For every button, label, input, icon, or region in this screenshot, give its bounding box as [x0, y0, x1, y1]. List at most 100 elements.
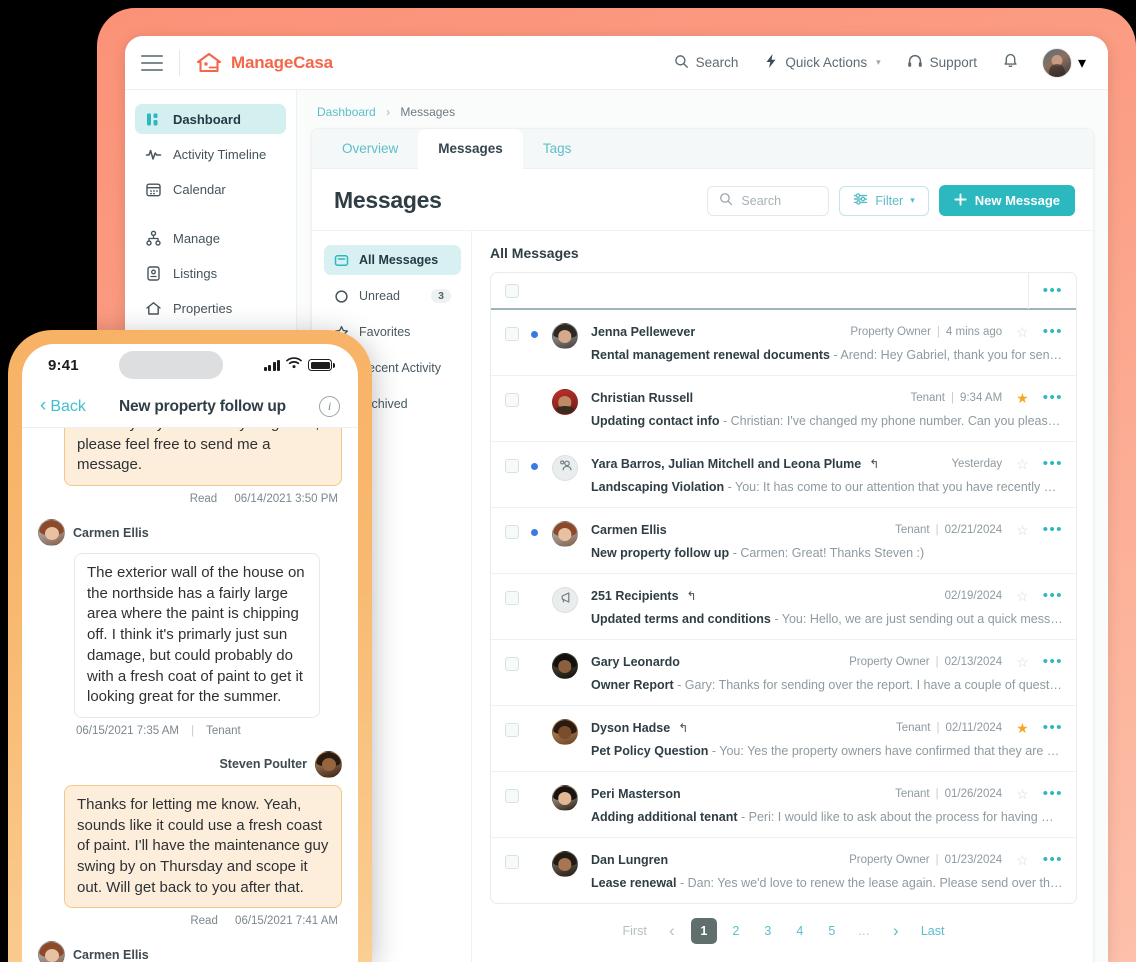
- avatar: [552, 653, 578, 679]
- chevron-down-icon: ▾: [910, 195, 915, 205]
- pagination-first[interactable]: First: [617, 918, 653, 944]
- row-checkbox[interactable]: [505, 327, 519, 341]
- table-row[interactable]: Yara Barros, Julian Mitchell and Leona P…: [491, 442, 1076, 508]
- row-actions-menu-icon[interactable]: •••: [1043, 521, 1063, 538]
- topbar-quick-actions-button[interactable]: Quick Actions ▾: [764, 53, 881, 72]
- row-actions-menu-icon[interactable]: •••: [1043, 851, 1063, 868]
- sidebar-item-properties[interactable]: Properties: [135, 293, 286, 323]
- tab-tags[interactable]: Tags: [523, 129, 592, 169]
- filter-button[interactable]: Filter ▾: [839, 185, 929, 216]
- sidebar-item-listings[interactable]: Listings: [135, 258, 286, 288]
- row-actions-menu-icon[interactable]: •••: [1043, 653, 1063, 670]
- sidebar-item-manage[interactable]: Manage: [135, 223, 286, 253]
- row-checkbox[interactable]: [505, 459, 519, 473]
- list-actions-menu-icon[interactable]: •••: [1043, 283, 1063, 298]
- pagination: First ‹ 1 2 3 4 5 … › Last: [490, 904, 1077, 962]
- row-actions-menu-icon[interactable]: •••: [1043, 587, 1063, 604]
- row-checkbox[interactable]: [505, 393, 519, 407]
- battery-icon: [308, 359, 335, 371]
- search-input[interactable]: Search: [707, 185, 830, 216]
- tab-messages[interactable]: Messages: [418, 129, 523, 169]
- folder-all-messages[interactable]: All Messages: [324, 245, 461, 275]
- row-meta: Tenant | 02/11/2024: [895, 722, 1003, 734]
- pagination-last[interactable]: Last: [915, 918, 951, 944]
- select-all-checkbox[interactable]: [505, 283, 519, 298]
- topbar-support-button[interactable]: Support: [907, 53, 977, 72]
- row-checkbox[interactable]: [505, 525, 519, 539]
- timestamp-value: 06/15/2021 7:41 AM: [235, 915, 338, 928]
- topbar-notifications-button[interactable]: [1003, 53, 1018, 72]
- sidebar-item-calendar[interactable]: Calendar: [135, 174, 286, 204]
- cellular-bars-icon: [263, 359, 280, 371]
- tab-overview[interactable]: Overview: [322, 129, 418, 169]
- favorite-star-icon[interactable]: ☆: [1016, 589, 1029, 603]
- favorite-star-icon[interactable]: ☆: [1016, 853, 1029, 867]
- brand-name: ManageCasa: [231, 52, 333, 72]
- message-bubble: Thanks for letting me know. Yeah, sounds…: [64, 784, 342, 909]
- favorite-star-icon[interactable]: ★: [1016, 721, 1029, 735]
- favorite-star-icon[interactable]: ☆: [1016, 787, 1029, 801]
- row-actions-menu-icon[interactable]: •••: [1043, 455, 1063, 472]
- row-actions-menu-icon[interactable]: •••: [1043, 785, 1063, 802]
- favorite-star-icon[interactable]: ☆: [1016, 655, 1029, 669]
- favorite-star-icon[interactable]: ☆: [1016, 457, 1029, 471]
- pagination-page-3[interactable]: 3: [755, 918, 781, 944]
- hamburger-menu-icon[interactable]: [141, 54, 163, 71]
- status-time: 9:41: [48, 356, 79, 374]
- brand-logo-link[interactable]: ManageCasa: [196, 51, 333, 75]
- table-row[interactable]: 251 Recipients ↰ 02/19/2024 ☆ ••• Update…: [491, 574, 1076, 640]
- message-thread[interactable]: smoothly. If you need anything at all, p…: [22, 428, 358, 962]
- folder-label: Recent Activity: [359, 361, 441, 375]
- thread-message-outgoing-1: smoothly. If you need anything at all, p…: [38, 428, 342, 519]
- sidebar-item-activity-timeline[interactable]: Activity Timeline: [135, 139, 286, 169]
- thread-message-incoming-2: Carmen Ellis Great! Thanks Steven :): [38, 941, 342, 962]
- row-actions-menu-icon[interactable]: •••: [1043, 389, 1063, 406]
- folder-unread[interactable]: Unread 3: [324, 281, 461, 311]
- row-sender: Dan Lungren: [591, 853, 669, 867]
- table-row[interactable]: Peri Masterson Tenant | 01/26/2024 ☆ ••• A…: [491, 772, 1076, 838]
- table-row[interactable]: Dan Lungren Property Owner | 01/23/2024 ☆ …: [491, 838, 1076, 903]
- pagination-prev[interactable]: ‹: [659, 918, 685, 944]
- table-row[interactable]: Christian Russell Tenant | 9:34 AM ★ ••• U…: [491, 376, 1076, 442]
- new-message-button[interactable]: New Message: [938, 185, 1075, 216]
- user-menu-button[interactable]: ▾: [1041, 47, 1086, 78]
- row-sender: Yara Barros, Julian Mitchell and Leona P…: [591, 457, 862, 471]
- table-row[interactable]: Dyson Hadse ↰ Tenant | 02/11/2024 ★ ••• Pe…: [491, 706, 1076, 772]
- row-checkbox[interactable]: [505, 855, 519, 869]
- pagination-page-5[interactable]: 5: [819, 918, 845, 944]
- broadcast-icon: [558, 590, 573, 610]
- row-checkbox[interactable]: [505, 789, 519, 803]
- pagination-page-4[interactable]: 4: [787, 918, 813, 944]
- calendar-icon: [145, 181, 162, 198]
- row-actions-menu-icon[interactable]: •••: [1043, 323, 1063, 340]
- page-title: Messages: [334, 187, 442, 213]
- row-meta: Property Owner | 02/13/2024: [849, 656, 1003, 668]
- row-sender: Carmen Ellis: [591, 523, 667, 537]
- favorite-star-icon[interactable]: ★: [1016, 391, 1029, 405]
- sidebar-item-dashboard[interactable]: Dashboard: [135, 104, 286, 134]
- info-icon[interactable]: i: [319, 396, 340, 417]
- pagination-page-2[interactable]: 2: [723, 918, 749, 944]
- table-row[interactable]: Carmen Ellis Tenant | 02/21/2024 ☆ ••• New…: [491, 508, 1076, 574]
- breadcrumb: Dashboard › Messages: [311, 102, 1094, 128]
- timestamp-value: 06/15/2021 7:35 AM: [76, 724, 179, 737]
- row-checkbox[interactable]: [505, 591, 519, 605]
- table-row[interactable]: Jenna Pellewever Property Owner | 4 mins a…: [491, 310, 1076, 376]
- pagination-page-1[interactable]: 1: [690, 918, 717, 944]
- favorite-star-icon[interactable]: ☆: [1016, 523, 1029, 537]
- message-timestamp: 06/15/2021 7:35 AM | Tenant: [76, 724, 241, 737]
- sidebar-item-label: Properties: [173, 300, 233, 316]
- row-sender: Gary Leonardo: [591, 655, 680, 669]
- row-checkbox[interactable]: [505, 657, 519, 671]
- pagination-next[interactable]: ›: [883, 918, 909, 944]
- sidebar-item-label: Activity Timeline: [173, 146, 267, 162]
- topbar-search-button[interactable]: Search: [674, 54, 738, 72]
- favorite-star-icon[interactable]: ☆: [1016, 325, 1029, 339]
- breadcrumb-root[interactable]: Dashboard: [317, 105, 376, 119]
- row-sender: 251 Recipients: [591, 589, 679, 603]
- screenshot-stage: ManageCasa Search Quick Actions ▾ Suppor…: [0, 0, 1136, 962]
- back-button[interactable]: ‹ Back: [40, 396, 86, 416]
- table-row[interactable]: Gary Leonardo Property Owner | 02/13/2024 …: [491, 640, 1076, 706]
- row-actions-menu-icon[interactable]: •••: [1043, 719, 1063, 736]
- row-checkbox[interactable]: [505, 723, 519, 737]
